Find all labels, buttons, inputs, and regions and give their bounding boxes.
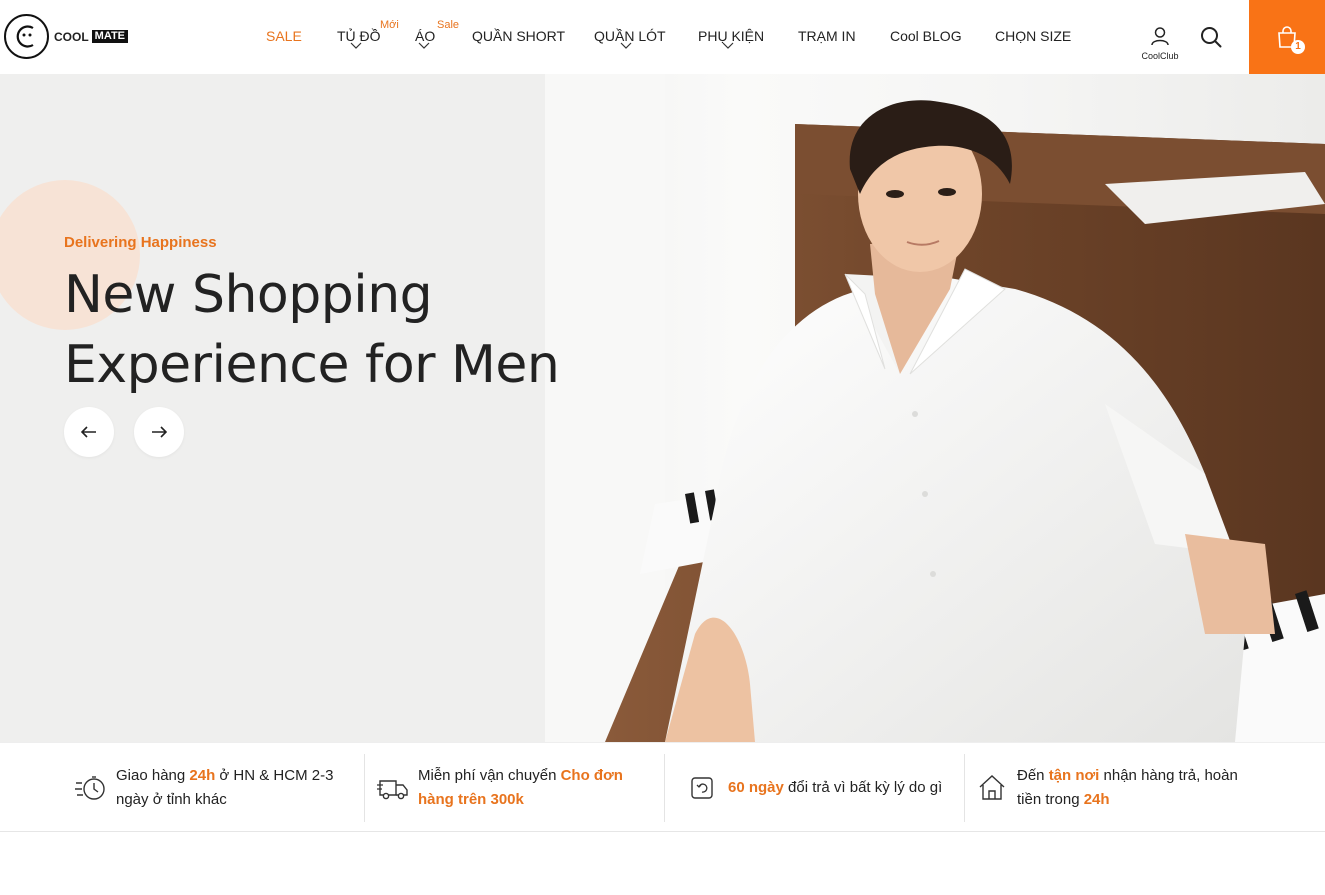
account-button[interactable]: CoolClub — [1137, 26, 1183, 61]
prev-slide-button[interactable] — [64, 407, 114, 457]
home-icon — [979, 775, 1005, 800]
cart-button[interactable]: 1 — [1249, 0, 1325, 74]
hero-photo-illustration — [545, 74, 1325, 742]
feature-highlight: 24h — [189, 767, 216, 784]
nav-sale[interactable]: SALE — [266, 28, 302, 44]
search-button[interactable] — [1200, 26, 1222, 53]
coolmate-logo[interactable]: COOL MATE — [4, 14, 129, 59]
feature-text-part: đổi trả vì bất kỳ lý do gì — [783, 779, 943, 796]
nav-badge-new: Mới — [380, 19, 399, 31]
hero-banner: Delivering Happiness New Shopping Experi… — [0, 74, 1325, 742]
arrow-left-icon — [81, 426, 96, 438]
chevron-down-icon[interactable] — [418, 42, 430, 50]
feature-text: 60 ngày đổi trả vì bất kỳ lý do gì — [728, 776, 942, 800]
hero-eyebrow: Delivering Happiness — [64, 234, 217, 251]
feature-60-day-return: 60 ngày đổi trả vì bất kỳ lý do gì — [686, 743, 961, 833]
hero-headline-line1: New Shopping — [64, 265, 433, 325]
chevron-down-icon[interactable] — [350, 42, 362, 50]
service-features-bar: Giao hàng 24h ở HN & HCM 2-3 ngày ở tỉnh… — [0, 742, 1325, 832]
logo-wordmark: COOL MATE — [54, 29, 129, 44]
fast-delivery-icon — [75, 776, 105, 800]
feature-highlight: tận nơi — [1048, 767, 1100, 784]
logo-mark-icon — [4, 14, 49, 59]
arrow-right-icon — [152, 426, 167, 438]
chevron-down-icon[interactable] — [722, 42, 734, 50]
feature-highlight: 24h — [1083, 791, 1110, 808]
feature-fast-delivery: Giao hàng 24h ở HN & HCM 2-3 ngày ở tỉnh… — [74, 743, 359, 833]
hero-image — [545, 74, 1325, 742]
logo-word-mate: MATE — [91, 30, 129, 43]
cart-count-badge: 1 — [1291, 40, 1305, 54]
nav-tram-in[interactable]: TRẠM IN — [798, 28, 856, 44]
feature-text: Miễn phí vận chuyển Cho đơn hàng trên 30… — [418, 764, 661, 812]
chevron-down-icon[interactable] — [620, 42, 632, 50]
hero-headline: New Shopping Experience for Men — [64, 260, 560, 400]
hero-headline-line2: Experience for Men — [64, 335, 560, 395]
next-slide-button[interactable] — [134, 407, 184, 457]
account-label: CoolClub — [1141, 51, 1179, 61]
feature-home-pickup: Đến tận nơi nhận hàng trả, hoàn tiền tro… — [975, 743, 1265, 833]
feature-text-part: Giao hàng — [116, 767, 190, 784]
feature-text-part: Đến — [1017, 767, 1049, 784]
nav-badge-sale: Sale — [437, 19, 460, 31]
feature-text: Đến tận nơi nhận hàng trả, hoàn tiền tro… — [1017, 764, 1265, 812]
divider — [664, 754, 665, 822]
search-icon — [1201, 27, 1222, 48]
nav-chon-size[interactable]: CHỌN SIZE — [995, 28, 1071, 44]
nav-quan-short[interactable]: QUẦN SHORT — [472, 28, 565, 44]
user-icon — [1151, 27, 1169, 46]
feature-text-part: Miễn phí vận chuyển — [418, 767, 561, 784]
site-header: COOL MATE SALE TỦ ĐỒ Mới ÁO Sale QUẦN SH… — [0, 0, 1325, 74]
feature-text: Giao hàng 24h ở HN & HCM 2-3 ngày ở tỉnh… — [116, 764, 359, 812]
divider — [964, 754, 965, 822]
feature-highlight: 60 ngày — [728, 779, 784, 796]
nav-cool-blog[interactable]: Cool BLOG — [890, 28, 962, 44]
feature-free-shipping: Miễn phí vận chuyển Cho đơn hàng trên 30… — [376, 743, 661, 833]
return-icon — [691, 777, 713, 799]
logo-word-cool: COOL — [54, 29, 89, 44]
divider — [364, 754, 365, 822]
truck-icon — [377, 780, 408, 800]
